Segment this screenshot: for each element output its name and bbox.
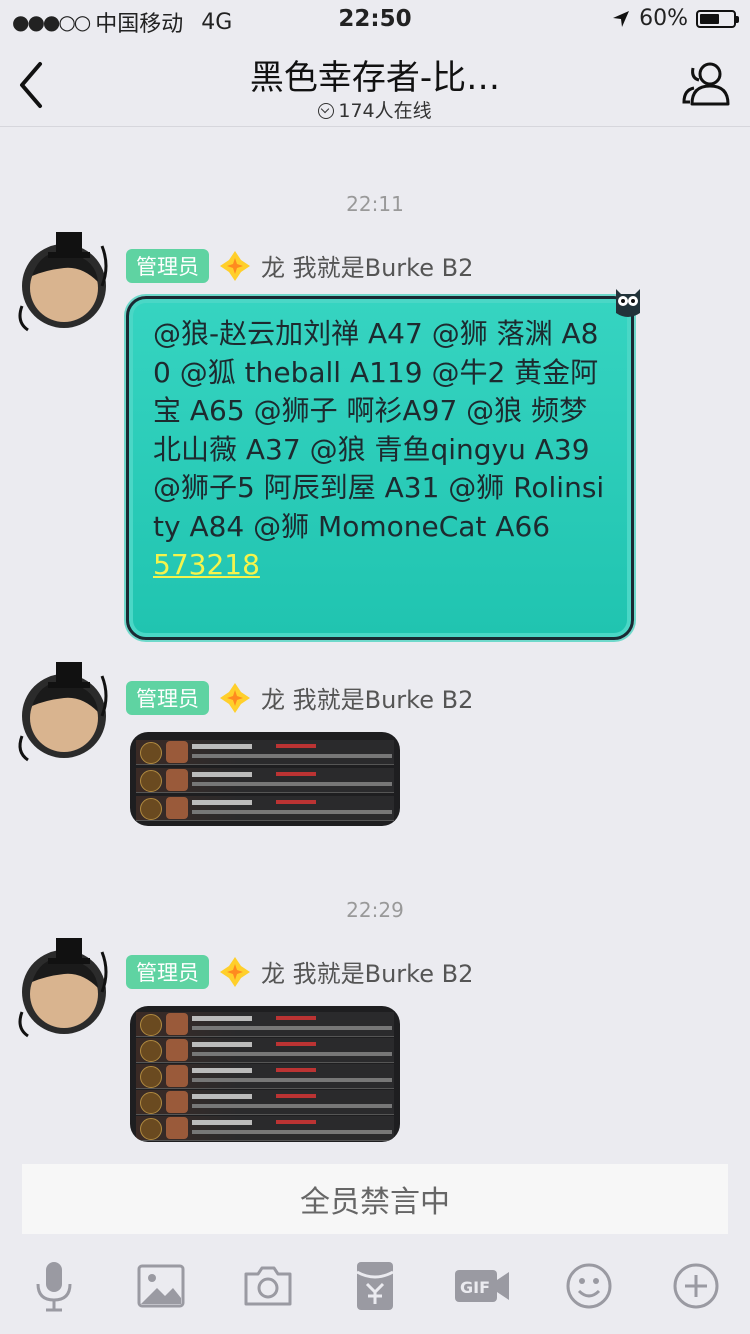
star-icon: [220, 250, 250, 281]
chevron-down-icon: [318, 103, 335, 119]
camera-icon[interactable]: [240, 1258, 296, 1314]
admin-badge: 管理员: [126, 680, 209, 715]
sender-name[interactable]: 龙 我就是Burke B2: [261, 680, 473, 715]
timestamp: 22:29: [346, 898, 404, 922]
avatar[interactable]: [12, 932, 112, 1042]
message-text: @狼-赵云加刘禅 A47 @狮 落渊 A80 @狐 theball A119 @…: [153, 317, 605, 543]
online-count-label: 174人在线: [338, 100, 432, 122]
input-toolbar: GIF: [0, 1236, 750, 1334]
location-arrow-icon: [613, 10, 630, 27]
sender-name[interactable]: 龙 我就是Burke B2: [261, 954, 473, 989]
owl-icon: [616, 289, 640, 317]
nav-bar: 黑色幸存者-比… 174人在线: [0, 40, 750, 127]
battery-percent: 60%: [639, 6, 688, 31]
message-bubble[interactable]: @狼-赵云加刘禅 A47 @狮 落渊 A80 @狐 theball A119 @…: [126, 289, 640, 640]
sender-row: 管理员 龙 我就是Burke B2: [126, 954, 473, 989]
star-icon: [220, 682, 250, 713]
plus-icon[interactable]: [668, 1258, 724, 1314]
image-message[interactable]: [130, 732, 400, 826]
sender-row: 管理员 龙 我就是Burke B2: [126, 248, 473, 283]
ban-notice: 全员禁言中: [22, 1164, 728, 1234]
gif-icon[interactable]: GIF: [452, 1258, 512, 1314]
emoji-icon[interactable]: [561, 1258, 617, 1314]
page-title[interactable]: 黑色幸存者-比…: [0, 50, 750, 99]
avatar[interactable]: [12, 226, 112, 336]
members-icon[interactable]: [680, 58, 732, 110]
star-icon: [220, 956, 250, 987]
avatar[interactable]: [12, 656, 112, 766]
image-icon[interactable]: [133, 1258, 189, 1314]
message-code-link[interactable]: 573218: [153, 546, 260, 585]
admin-badge: 管理员: [126, 954, 209, 989]
sender-name[interactable]: 龙 我就是Burke B2: [261, 248, 473, 283]
timestamp: 22:11: [346, 192, 404, 216]
mic-icon[interactable]: [26, 1258, 82, 1314]
svg-text:GIF: GIF: [460, 1278, 490, 1297]
online-count[interactable]: 174人在线: [0, 96, 750, 123]
battery-icon: [696, 9, 739, 28]
sender-row: 管理员 龙 我就是Burke B2: [126, 680, 473, 715]
image-message[interactable]: [130, 1006, 400, 1142]
status-bar: ●●●○○ 中国移动 4G 22:50 60%: [0, 0, 750, 40]
red-packet-icon[interactable]: [347, 1258, 403, 1314]
admin-badge: 管理员: [126, 248, 209, 283]
